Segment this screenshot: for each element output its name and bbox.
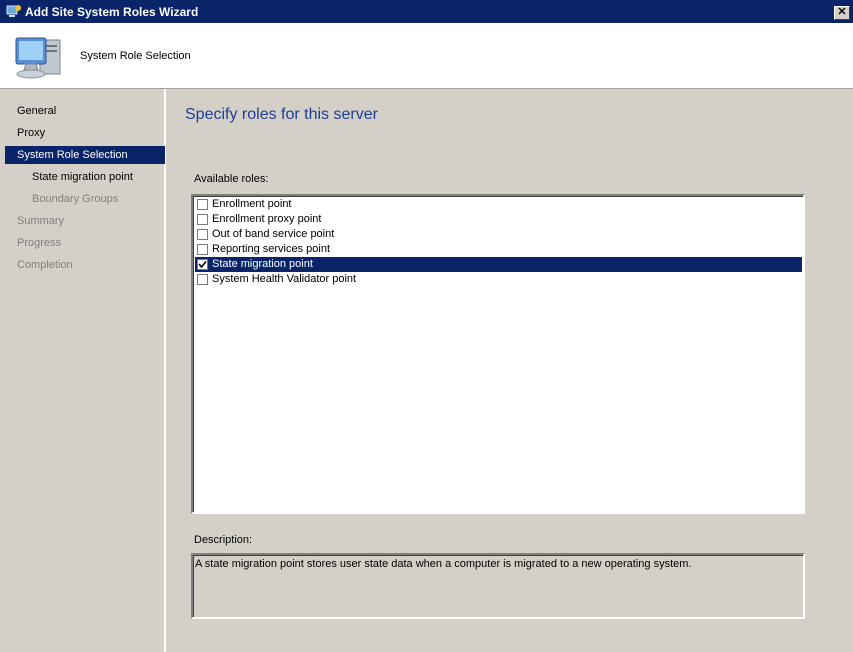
sidebar-item-boundary-groups: Boundary Groups (32, 193, 119, 205)
close-button[interactable]: ✕ (834, 6, 850, 20)
sidebar-item-state-migration-point[interactable]: State migration point (5, 168, 165, 186)
role-checkbox[interactable] (197, 214, 208, 225)
role-item-out-of-band-service-point[interactable]: Out of band service point (195, 227, 802, 242)
available-roles-label: Available roles: (194, 173, 269, 185)
sidebar-item-general[interactable]: General (5, 102, 165, 120)
sidebar-item-summary: Summary (17, 215, 65, 227)
wizard-steps-sidebar: General Proxy System Role Selection Stat… (0, 89, 166, 652)
role-label: State migration point (212, 258, 313, 270)
computer-server-icon (12, 32, 68, 82)
role-label: Enrollment point (212, 198, 292, 210)
role-checkbox-checked[interactable] (197, 259, 208, 270)
sidebar-item-completion: Completion (17, 259, 73, 271)
main-content: Specify roles for this server Available … (168, 89, 853, 652)
role-label: Out of band service point (212, 228, 335, 240)
header-title: System Role Selection (80, 50, 191, 62)
close-icon: ✕ (837, 6, 847, 18)
description-label: Description: (194, 534, 253, 546)
role-item-reporting-services-point[interactable]: Reporting services point (195, 242, 802, 257)
checkmark-icon (198, 260, 207, 269)
role-label: Reporting services point (212, 243, 331, 255)
description-box: A state migration point stores user stat… (191, 553, 805, 619)
window-title: Add Site System Roles Wizard (25, 5, 199, 19)
role-checkbox[interactable] (197, 274, 208, 285)
role-item-system-health-validator-point[interactable]: System Health Validator point (195, 272, 802, 287)
role-checkbox[interactable] (197, 244, 208, 255)
available-roles-list[interactable]: Enrollment point Enrollment proxy point … (191, 194, 805, 514)
wizard-app-icon (6, 4, 22, 19)
role-checkbox[interactable] (197, 229, 208, 240)
sidebar-item-proxy[interactable]: Proxy (5, 124, 165, 142)
sidebar-item-system-role-selection[interactable]: System Role Selection (5, 146, 165, 164)
sidebar-item-progress: Progress (17, 237, 62, 249)
page-title: Specify roles for this server (185, 106, 378, 123)
wizard-header: System Role Selection (0, 23, 853, 89)
role-item-state-migration-point[interactable]: State migration point (195, 257, 802, 272)
role-label: System Health Validator point (212, 273, 357, 285)
title-bar: Add Site System Roles Wizard ✕ (0, 0, 853, 23)
role-label: Enrollment proxy point (212, 213, 322, 225)
role-checkbox[interactable] (197, 199, 208, 210)
role-item-enrollment-point[interactable]: Enrollment point (195, 197, 802, 212)
role-item-enrollment-proxy-point[interactable]: Enrollment proxy point (195, 212, 802, 227)
